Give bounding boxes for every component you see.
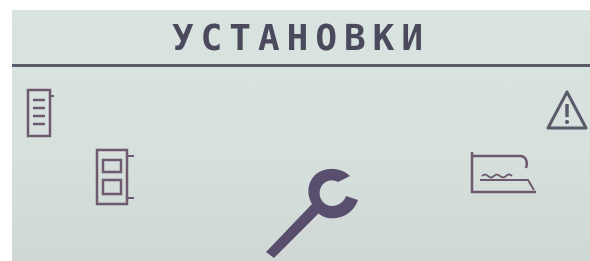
wrench-icon[interactable] (258, 160, 366, 260)
lcd-screen: УСТАНОВКИ (12, 10, 590, 261)
document-list-icon[interactable] (26, 88, 56, 140)
title-divider (12, 64, 590, 67)
warning-icon[interactable] (544, 88, 590, 132)
tank-icon[interactable] (468, 148, 540, 196)
screen-title: УСТАНОВКИ (171, 18, 431, 59)
boiler-icon[interactable] (94, 146, 138, 208)
